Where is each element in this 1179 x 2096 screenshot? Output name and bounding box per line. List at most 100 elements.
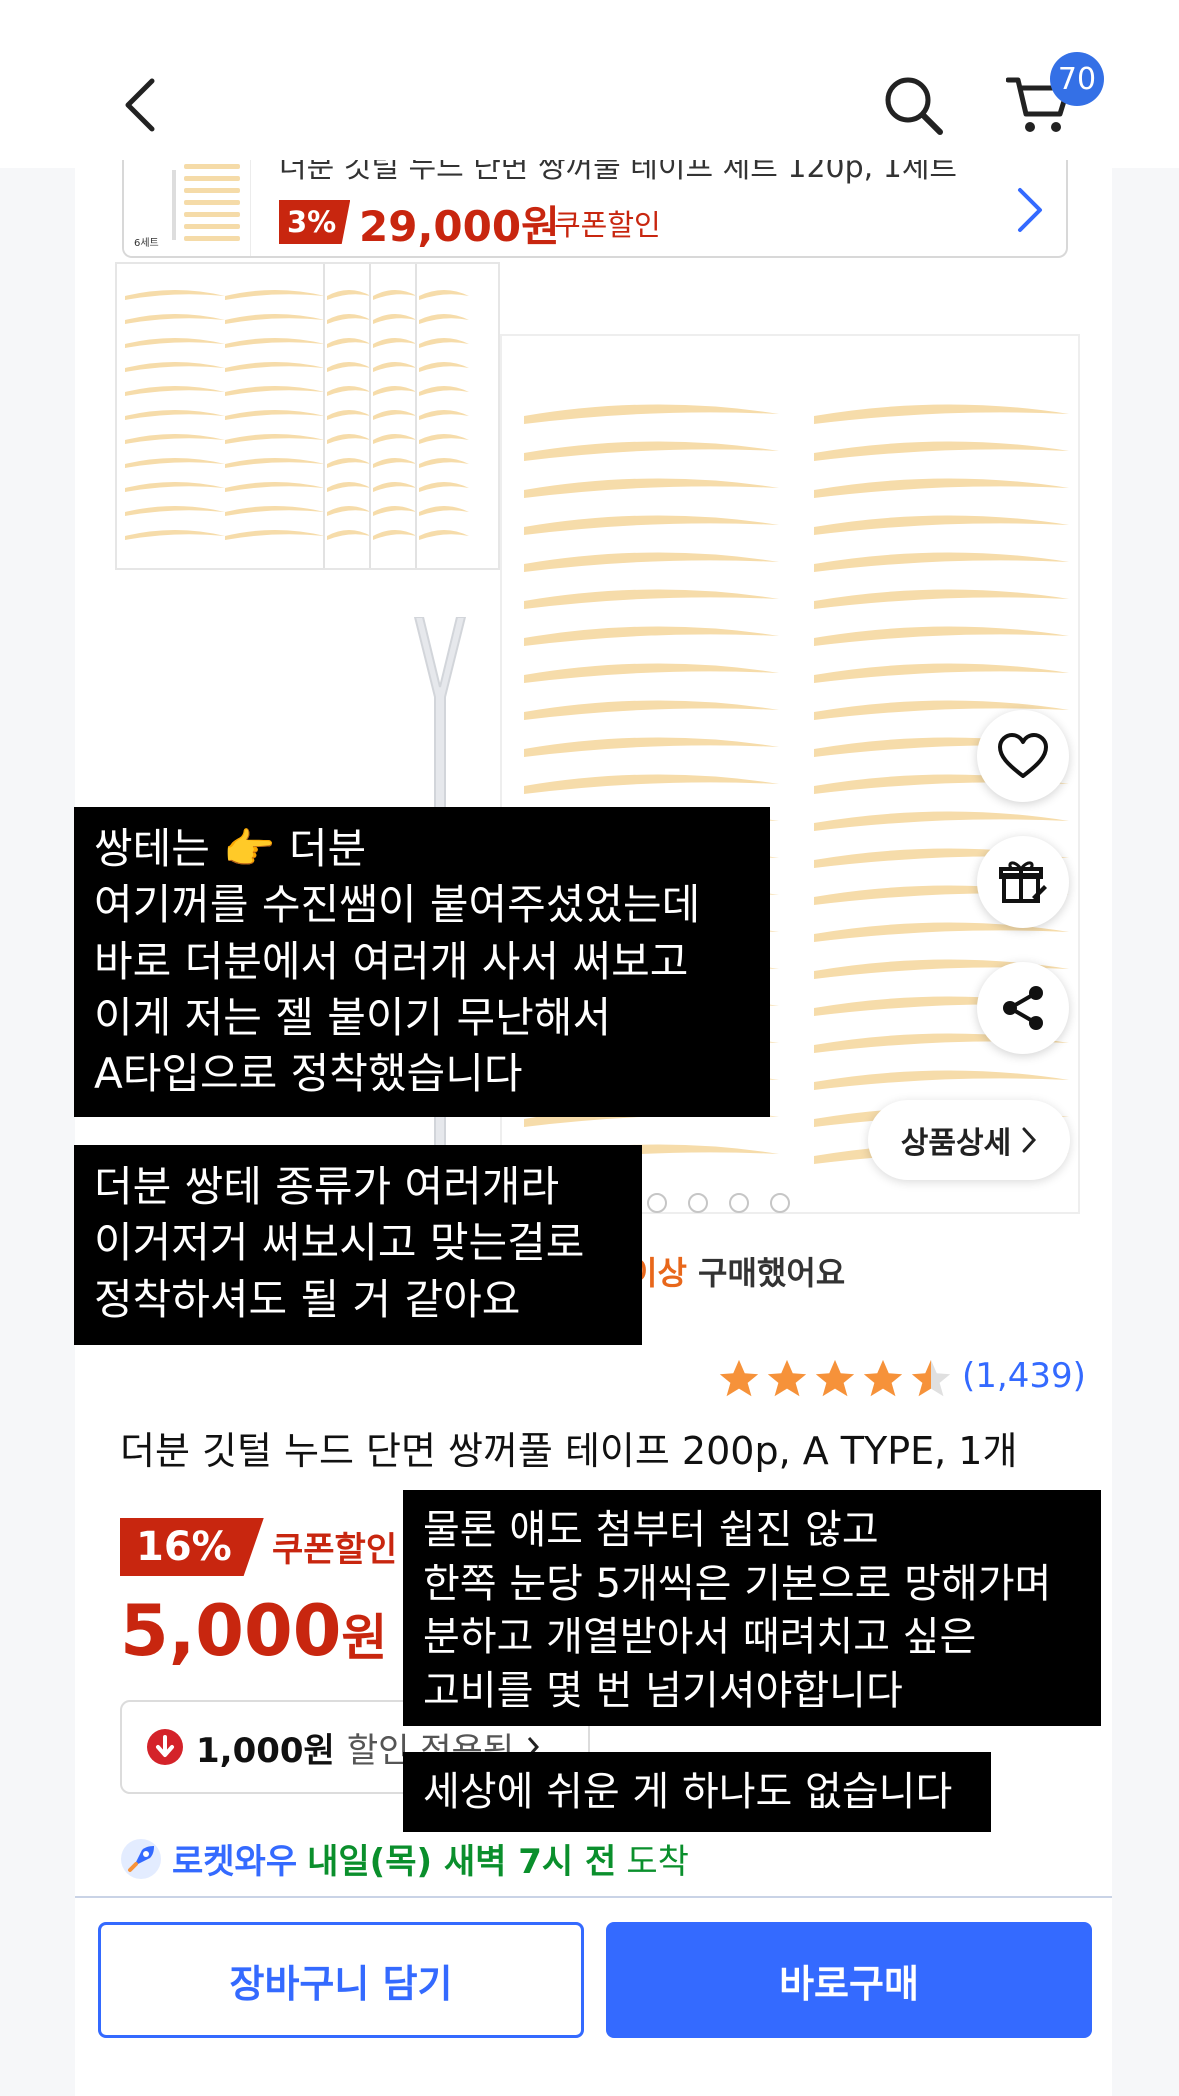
- tape-strip: [225, 290, 325, 300]
- purchase-note-text: 구매했어요: [698, 1254, 846, 1292]
- bottom-divider: [75, 1896, 1112, 1898]
- tape-strip: [524, 441, 779, 461]
- rocket-icon: [121, 1838, 161, 1879]
- tape-strip: [373, 410, 417, 420]
- review-count[interactable]: (1,439): [962, 1356, 1086, 1396]
- rating-stars[interactable]: [716, 1356, 954, 1402]
- tape-strip: [419, 458, 469, 468]
- tape-strip: [524, 404, 779, 424]
- tape-strip: [814, 515, 1069, 535]
- tape-strip: [524, 515, 779, 535]
- price-number: 5,000: [120, 1590, 342, 1672]
- star-icon: [863, 1359, 903, 1397]
- tape-strip: [814, 811, 1069, 831]
- tape-strip: [419, 434, 469, 444]
- caption-box: 세상에 쉬운 게 하나도 없습니다: [403, 1752, 991, 1832]
- tape-strip: [373, 386, 417, 396]
- chevron-right-icon: [1004, 180, 1054, 240]
- tape-strip: [814, 404, 1069, 424]
- product-detail-button[interactable]: 상품상세: [868, 1100, 1070, 1180]
- tape-strip: [225, 338, 325, 348]
- banner-thumb-label: 6세트: [134, 238, 159, 249]
- tape-strip: [419, 386, 469, 396]
- search-icon[interactable]: [878, 70, 948, 140]
- delivery-info: 로켓와우 내일(목) 새벽 7시 전 도착: [120, 1834, 689, 1883]
- star-icon: [767, 1359, 807, 1397]
- sale-price: 5,000원: [120, 1590, 387, 1672]
- tape-strip: [524, 626, 779, 646]
- caption-box: 물론 얘도 첨부터 쉽진 않고 한쪽 눈당 5개씩은 기본으로 망해가며 분하고…: [403, 1490, 1101, 1726]
- wishlist-button[interactable]: [977, 710, 1069, 802]
- tape-strip: [327, 530, 371, 540]
- tape-strip: [524, 478, 779, 498]
- delivery-arrive: 도착: [626, 1842, 689, 1882]
- tape-strip: [373, 338, 417, 348]
- tape-strip: [419, 314, 469, 324]
- tape-strip: [327, 290, 371, 300]
- tape-strip: [327, 482, 371, 492]
- tape-strip: [125, 530, 225, 540]
- tape-strip: [373, 362, 417, 372]
- coupon-discount-label: 쿠폰할인: [272, 1530, 398, 1570]
- tape-strip: [373, 458, 417, 468]
- tape-strip: [524, 737, 779, 757]
- back-icon[interactable]: [110, 70, 170, 140]
- tape-strip: [327, 434, 371, 444]
- discount-tag: 16%: [120, 1518, 264, 1576]
- tape-strip: [419, 362, 469, 372]
- share-button[interactable]: [977, 962, 1069, 1054]
- tape-strip: [814, 626, 1069, 646]
- tape-strip: [125, 314, 225, 324]
- tape-strip: [524, 700, 779, 720]
- tape-strip: [524, 589, 779, 609]
- tape-strip: [814, 1070, 1069, 1090]
- carousel-dot[interactable]: [688, 1193, 708, 1213]
- add-to-cart-button[interactable]: 장바구니 담기: [98, 1922, 584, 2038]
- banner-price: 29,000원: [359, 202, 560, 251]
- tape-strip: [814, 663, 1069, 683]
- tape-strip: [225, 386, 325, 396]
- carousel-dot[interactable]: [647, 1193, 667, 1213]
- tape-strip: [225, 530, 325, 540]
- cart-count-badge: 70: [1050, 52, 1104, 106]
- carousel-dot[interactable]: [729, 1193, 749, 1213]
- star-icon: [815, 1359, 855, 1397]
- tape-sheet-small: [115, 262, 500, 570]
- tape-strip: [125, 458, 225, 468]
- product-title: 더분 깃털 누드 단면 쌍꺼풀 테이프 200p, A TYPE, 1개: [120, 1429, 1018, 1473]
- delivery-eta: 내일(목) 새벽 7시 전: [307, 1842, 617, 1882]
- tape-strip: [225, 506, 325, 516]
- buy-now-button[interactable]: 바로구매: [606, 1922, 1092, 2038]
- tape-strip: [225, 362, 325, 372]
- coupon-amount: 1,000원: [196, 1730, 335, 1771]
- tape-strip: [373, 290, 417, 300]
- banner-coupon-label: 쿠폰할인: [554, 208, 661, 242]
- banner-thumbnail: 6세트: [124, 160, 251, 256]
- tape-strip: [125, 290, 225, 300]
- gift-button[interactable]: [977, 836, 1069, 928]
- tape-strip: [327, 338, 371, 348]
- tape-strip: [327, 386, 371, 396]
- star-icon: [719, 1359, 759, 1397]
- product-detail-label: 상품상세: [900, 1126, 1012, 1161]
- tape-strip: [419, 482, 469, 492]
- gift-icon: [999, 861, 1047, 903]
- tape-strip: [373, 314, 417, 324]
- rocket-wow-label: 로켓와우: [172, 1842, 298, 1882]
- tape-strip: [814, 589, 1069, 609]
- tape-strip: [327, 506, 371, 516]
- tape-strip: [125, 386, 225, 396]
- tape-strip: [814, 552, 1069, 572]
- tape-strip: [419, 506, 469, 516]
- down-arrow-icon: [147, 1729, 183, 1765]
- tape-strip: [373, 434, 417, 444]
- tape-strip: [327, 314, 371, 324]
- tape-strip: [419, 338, 469, 348]
- tape-strip: [225, 482, 325, 492]
- tape-strip: [419, 530, 469, 540]
- banner-title: 더분 깃털 누드 단면 쌍꺼풀 테이프 세트 120p, 1세트: [279, 160, 958, 185]
- carousel-dot[interactable]: [770, 1193, 790, 1213]
- option-banner[interactable]: 6세트 더분 깃털 누드 단면 쌍꺼풀 테이프 세트 120p, 1세트 3% …: [122, 160, 1068, 258]
- heart-icon: [998, 733, 1048, 778]
- tape-strip: [327, 410, 371, 420]
